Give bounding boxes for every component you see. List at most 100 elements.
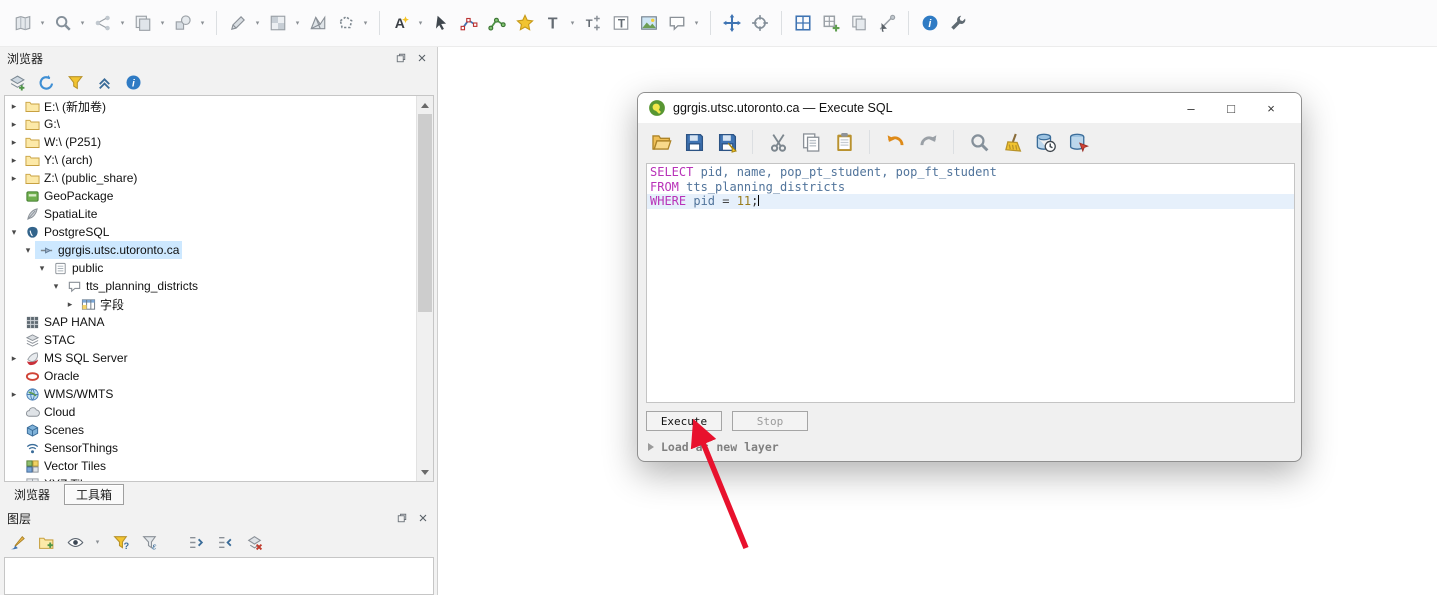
pointer-select-icon[interactable] bbox=[428, 10, 454, 36]
raster-checker-icon[interactable] bbox=[265, 10, 291, 36]
tab-browser[interactable]: 浏览器 bbox=[3, 485, 61, 504]
vertex-tool-icon[interactable] bbox=[484, 10, 510, 36]
copy-icon[interactable] bbox=[797, 128, 825, 156]
html-annotation-dropdown-icon[interactable]: ▾ bbox=[692, 10, 701, 36]
add-group-icon[interactable] bbox=[35, 531, 57, 553]
save-as-icon[interactable] bbox=[713, 128, 741, 156]
save-icon[interactable] bbox=[680, 128, 708, 156]
raster-checker-dropdown-icon[interactable]: ▾ bbox=[293, 10, 302, 36]
tree-item-stac[interactable]: STAC bbox=[5, 331, 416, 349]
expand-arrow-icon[interactable]: ▸ bbox=[7, 385, 21, 403]
move-annotation-icon[interactable]: T bbox=[580, 10, 606, 36]
clear-icon[interactable] bbox=[998, 128, 1026, 156]
filter-legend-icon[interactable]: ? bbox=[110, 531, 132, 553]
tree-item-sensorthings[interactable]: SensorThings bbox=[5, 439, 416, 457]
manage-map-themes-dropdown-icon[interactable]: ▾ bbox=[93, 529, 102, 555]
html-annotation-icon[interactable] bbox=[664, 10, 690, 36]
tree-item-drive-g[interactable]: ▸ G:\ bbox=[5, 115, 416, 133]
dialog-titlebar[interactable]: ggrgis.utsc.utoronto.ca — Execute SQL – … bbox=[638, 93, 1301, 123]
cut-icon[interactable] bbox=[764, 128, 792, 156]
tree-item-sap-hana[interactable]: SAP HANA bbox=[5, 313, 416, 331]
execute-query-icon[interactable] bbox=[1064, 128, 1092, 156]
remove-layer-icon[interactable] bbox=[243, 531, 265, 553]
minimize-button[interactable]: – bbox=[1171, 93, 1211, 123]
tree-item-connection-ggrgis[interactable]: ▾ ggrgis.utsc.utoronto.ca bbox=[5, 241, 416, 259]
execute-button[interactable]: Execute bbox=[646, 411, 722, 431]
help-info-icon[interactable]: i bbox=[917, 10, 943, 36]
tree-item-drive-e[interactable]: ▸ E:\ (新加卷) bbox=[5, 97, 416, 115]
expand-arrow-icon[interactable]: ▸ bbox=[63, 295, 77, 313]
tree-item-ms-sql-server[interactable]: ▸ MS SQL Server bbox=[5, 349, 416, 367]
text-annotation-icon[interactable]: T bbox=[540, 10, 566, 36]
query-history-icon[interactable] bbox=[1031, 128, 1059, 156]
pencil-edit-dropdown-icon[interactable]: ▾ bbox=[253, 10, 262, 36]
map-magnifier-icon[interactable] bbox=[50, 10, 76, 36]
tree-item-vector-tiles[interactable]: Vector Tiles bbox=[5, 457, 416, 475]
browser-scrollbar[interactable] bbox=[416, 96, 433, 481]
collapse-arrow-icon[interactable]: ▾ bbox=[49, 277, 63, 295]
expand-arrow-icon[interactable] bbox=[648, 443, 654, 451]
undo-icon[interactable] bbox=[881, 128, 909, 156]
layers-list[interactable] bbox=[4, 557, 434, 595]
scrollbar-thumb[interactable] bbox=[418, 114, 432, 312]
browser-float-icon[interactable] bbox=[393, 50, 409, 66]
tree-item-drive-w[interactable]: ▸ W:\ (P251) bbox=[5, 133, 416, 151]
expand-arrow-icon[interactable]: ▸ bbox=[7, 115, 21, 133]
tree-item-fields[interactable]: ▸ 字段 bbox=[5, 295, 416, 313]
tree-item-table-tts-planning-districts[interactable]: ▾ tts_planning_districts bbox=[5, 277, 416, 295]
sql-editor[interactable]: SELECT pid, name, pop_pt_student, pop_ft… bbox=[646, 163, 1295, 403]
folded-map-dropdown-icon[interactable]: ▾ bbox=[38, 10, 47, 36]
close-button[interactable]: × bbox=[1251, 93, 1291, 123]
tree-item-wms-wmts[interactable]: ▸ WMS/WMTS bbox=[5, 385, 416, 403]
auto-label-dropdown-icon[interactable]: ▾ bbox=[416, 10, 425, 36]
pan-arrows-icon[interactable] bbox=[719, 10, 745, 36]
pencil-edit-icon[interactable] bbox=[225, 10, 251, 36]
favorites-star-icon[interactable] bbox=[512, 10, 538, 36]
layers-float-icon[interactable] bbox=[394, 510, 410, 526]
open-file-icon[interactable] bbox=[647, 128, 675, 156]
tree-item-schema-public[interactable]: ▾ public bbox=[5, 259, 416, 277]
collapse-all-icon[interactable] bbox=[93, 71, 115, 93]
expand-arrow-icon[interactable]: ▸ bbox=[7, 133, 21, 151]
expand-arrow-icon[interactable]: ▸ bbox=[7, 97, 21, 115]
properties-widget-icon[interactable]: i bbox=[122, 71, 144, 93]
expand-arrow-icon[interactable]: ▸ bbox=[7, 475, 21, 481]
expand-arrow-icon[interactable]: ▸ bbox=[7, 349, 21, 367]
duplicate-sheets-dropdown-icon[interactable]: ▾ bbox=[158, 10, 167, 36]
tree-item-cloud[interactable]: Cloud bbox=[5, 403, 416, 421]
expand-arrow-icon[interactable]: ▸ bbox=[7, 169, 21, 187]
load-as-new-layer-section[interactable]: Load as new layer bbox=[648, 440, 779, 454]
dashed-polygon-dropdown-icon[interactable]: ▾ bbox=[361, 10, 370, 36]
collapse-arrow-icon[interactable]: ▾ bbox=[35, 259, 49, 277]
collapse-arrow-icon[interactable]: ▾ bbox=[21, 241, 35, 259]
scroll-down-icon[interactable] bbox=[417, 464, 433, 480]
image-annotation-icon[interactable] bbox=[636, 10, 662, 36]
share-nodes-dropdown-icon[interactable]: ▾ bbox=[118, 10, 127, 36]
tree-item-oracle[interactable]: Oracle bbox=[5, 367, 416, 385]
scroll-up-icon[interactable] bbox=[417, 97, 433, 113]
tree-item-drive-z[interactable]: ▸ Z:\ (public_share) bbox=[5, 169, 416, 187]
filter-browser-icon[interactable] bbox=[64, 71, 86, 93]
tree-item-spatialite[interactable]: SpatiaLite bbox=[5, 205, 416, 223]
filter-by-expression-icon[interactable]: ε bbox=[139, 531, 161, 553]
grid-extent-icon[interactable] bbox=[790, 10, 816, 36]
collapse-arrow-icon[interactable]: ▾ bbox=[7, 223, 21, 241]
settings-wrench-icon[interactable] bbox=[945, 10, 971, 36]
tree-item-drive-y[interactable]: ▸ Y:\ (arch) bbox=[5, 151, 416, 169]
add-selected-layers-icon[interactable] bbox=[6, 71, 28, 93]
stop-button[interactable]: Stop bbox=[732, 411, 808, 431]
browser-close-icon[interactable] bbox=[414, 50, 430, 66]
tab-toolbox[interactable]: 工具箱 bbox=[64, 483, 125, 505]
tree-item-scenes[interactable]: Scenes bbox=[5, 421, 416, 439]
geometry-shapes-dropdown-icon[interactable]: ▾ bbox=[198, 10, 207, 36]
folded-map-icon[interactable] bbox=[10, 10, 36, 36]
collapse-all-icon[interactable] bbox=[214, 531, 236, 553]
tree-item-geopackage[interactable]: GeoPackage bbox=[5, 187, 416, 205]
form-annotation-icon[interactable]: T bbox=[608, 10, 634, 36]
share-nodes-icon[interactable] bbox=[90, 10, 116, 36]
paste-icon[interactable] bbox=[830, 128, 858, 156]
dashed-polygon-icon[interactable] bbox=[333, 10, 359, 36]
maximize-button[interactable]: □ bbox=[1211, 93, 1251, 123]
tree-item-postgresql[interactable]: ▾ PostgreSQL bbox=[5, 223, 416, 241]
crosshair-icon[interactable] bbox=[747, 10, 773, 36]
